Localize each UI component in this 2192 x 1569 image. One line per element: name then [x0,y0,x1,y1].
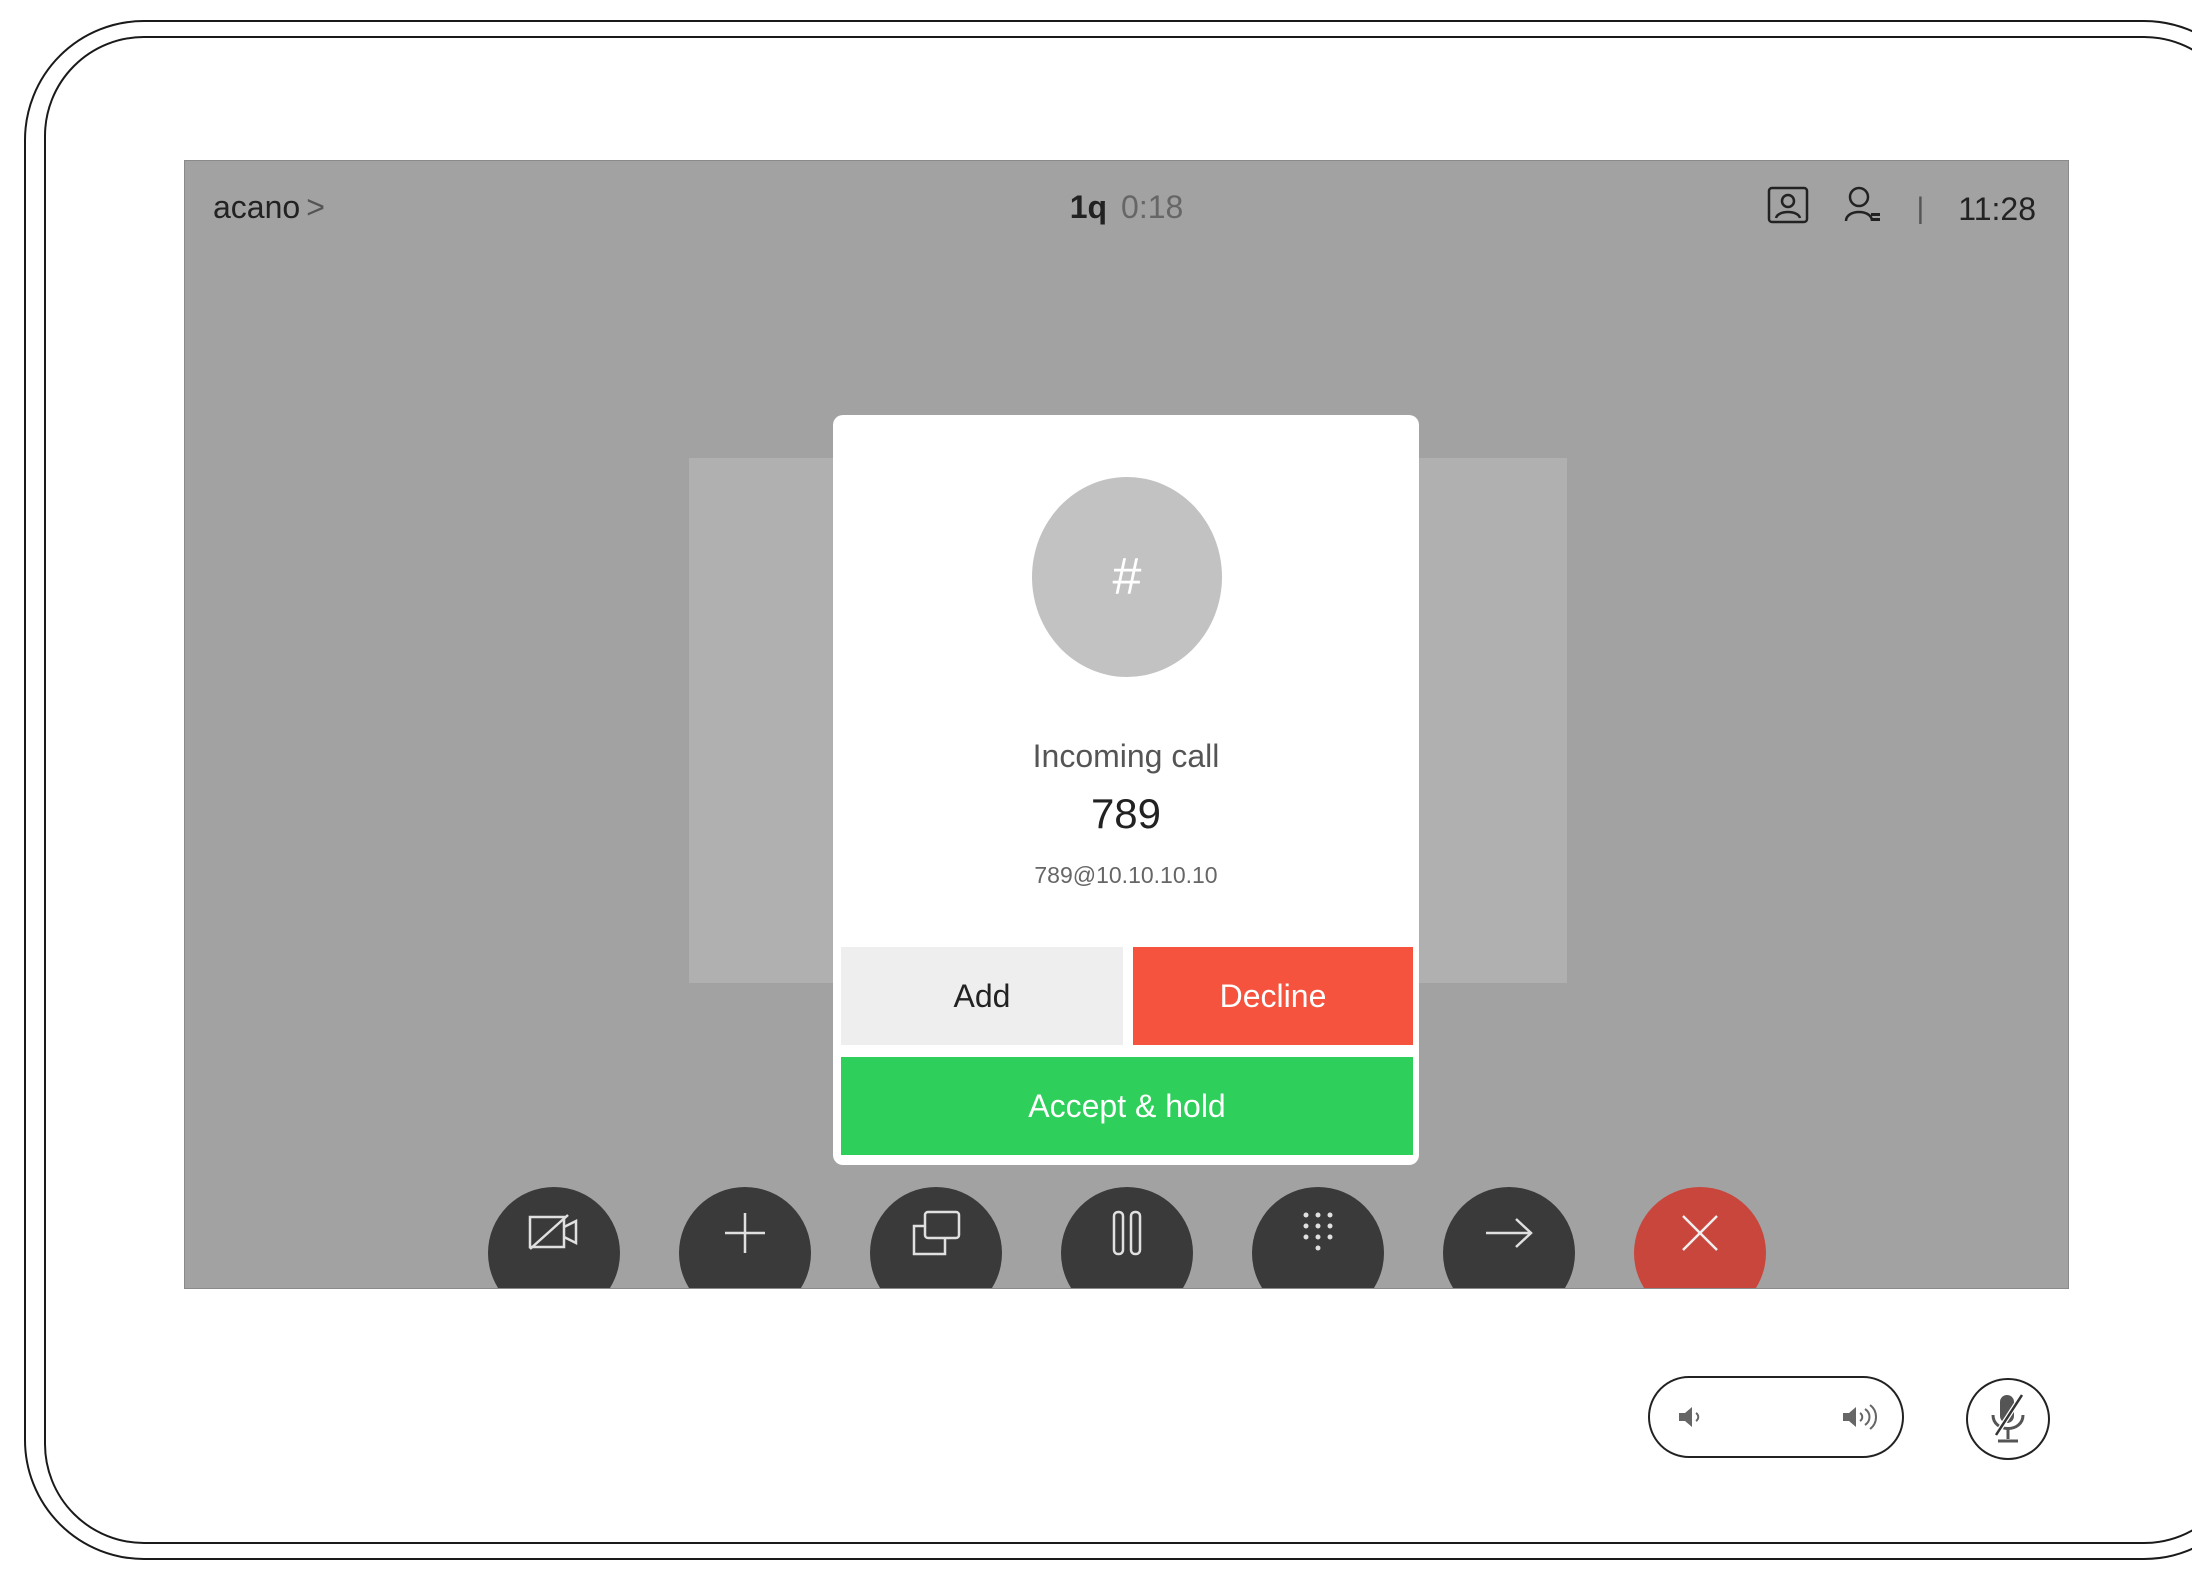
caller-number: 789 [1090,790,1162,837]
hash-icon: # [1112,548,1142,606]
touch-screen: acano > 1q 0:18 | 11:28 # Incoming call … [184,160,2069,1289]
hold-button[interactable] [1061,1187,1193,1288]
add-participant-button[interactable] [679,1187,811,1288]
transfer-icon [1486,1218,1533,1248]
transfer-button[interactable] [1443,1187,1575,1288]
caller-avatar: # [1032,477,1222,677]
share-icon [912,1210,961,1256]
incoming-call-dialog: # Incoming call 789 789@10.10.10.10 Add … [833,415,1419,1165]
camera-toggle-button[interactable] [488,1187,620,1288]
plus-icon [725,1213,765,1253]
keypad-icon [1303,1212,1333,1251]
camera-off-icon [528,1214,578,1250]
pause-icon [1112,1210,1142,1256]
add-button[interactable]: Add [841,947,1123,1045]
accept-hold-button[interactable]: Accept & hold [841,1057,1413,1155]
volume-down-icon[interactable] [1676,1402,1706,1437]
dialog-title: Incoming call [1032,738,1220,774]
keypad-button[interactable] [1252,1187,1384,1288]
decline-button[interactable]: Decline [1133,947,1413,1045]
caller-address: 789@10.10.10.10 [1034,862,1218,888]
end-call-button[interactable] [1634,1187,1766,1288]
microphone-muted-icon [1991,1393,2025,1443]
volume-up-icon[interactable] [1840,1402,1878,1437]
microphone-mute-button[interactable] [1966,1378,2050,1460]
share-button[interactable] [870,1187,1002,1288]
volume-control[interactable] [1648,1376,1904,1458]
end-call-icon [1682,1215,1718,1251]
